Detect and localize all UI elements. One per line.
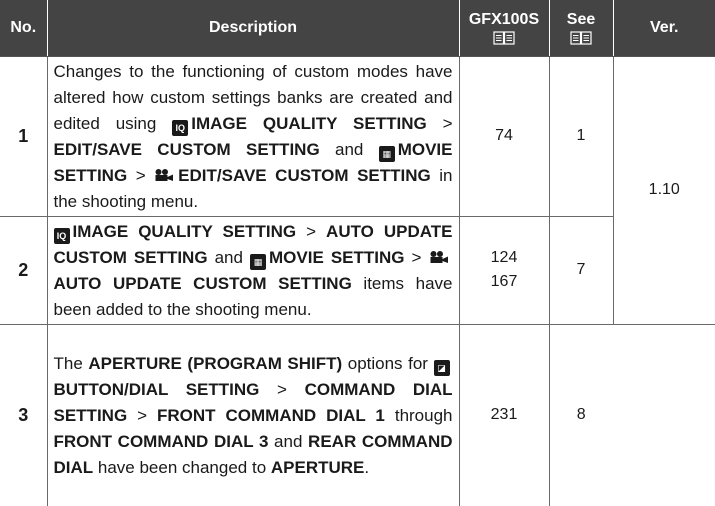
movie-setting-icon: ▦ — [378, 146, 395, 162]
model-page-ref: 124 167 — [458, 215, 550, 325]
row-description: The APERTURE (PROGRAM SHIFT) options for… — [46, 323, 460, 506]
table-row: 3 The APERTURE (PROGRAM SHIFT) options f… — [0, 323, 715, 506]
header-see: See — [549, 0, 614, 57]
movie-camera-icon — [430, 250, 448, 263]
header-no: No. — [0, 0, 48, 57]
model-page-ref: 74 — [458, 55, 550, 217]
table-row: 1 Changes to the functioning of custom m… — [0, 55, 715, 325]
row-number: 3 — [0, 323, 48, 506]
see-page-ref: 8 — [548, 323, 613, 506]
button-dial-icon: ◪ — [433, 360, 450, 377]
row-number: 1 — [0, 55, 48, 217]
see-page-ref: 1 — [548, 55, 614, 217]
header-description: Description — [47, 0, 460, 57]
model-page-ref: 231 — [458, 323, 550, 506]
header-model: GFX100S — [459, 0, 550, 57]
movie-camera-icon — [155, 168, 174, 181]
row-description: IQ IMAGE QUALITY SETTING > AUTO UPDATE CU… — [46, 215, 460, 325]
row-description: Changes to the functioning of custom mod… — [46, 55, 460, 217]
firmware-changes-table: No. Description GFX100S See Ver. 1 Chang… — [0, 0, 715, 506]
header-see-label: See — [566, 11, 596, 29]
header-row: No. Description GFX100S See Ver. — [0, 0, 715, 57]
header-model-label: GFX100S — [468, 11, 540, 29]
row-number: 2 — [0, 215, 48, 325]
version-cell: 1.10 — [612, 55, 715, 325]
image-quality-icon: IQ — [172, 120, 189, 136]
book-icon — [570, 31, 592, 45]
image-quality-icon: IQ — [53, 228, 70, 244]
book-icon — [493, 31, 515, 45]
movie-setting-icon: ▦ — [250, 254, 266, 270]
table-row: 2 IQ IMAGE QUALITY SETTING > AUTO UPDATE … — [0, 215, 715, 325]
header-ver: Ver. — [613, 0, 715, 57]
see-page-ref: 7 — [548, 215, 613, 325]
